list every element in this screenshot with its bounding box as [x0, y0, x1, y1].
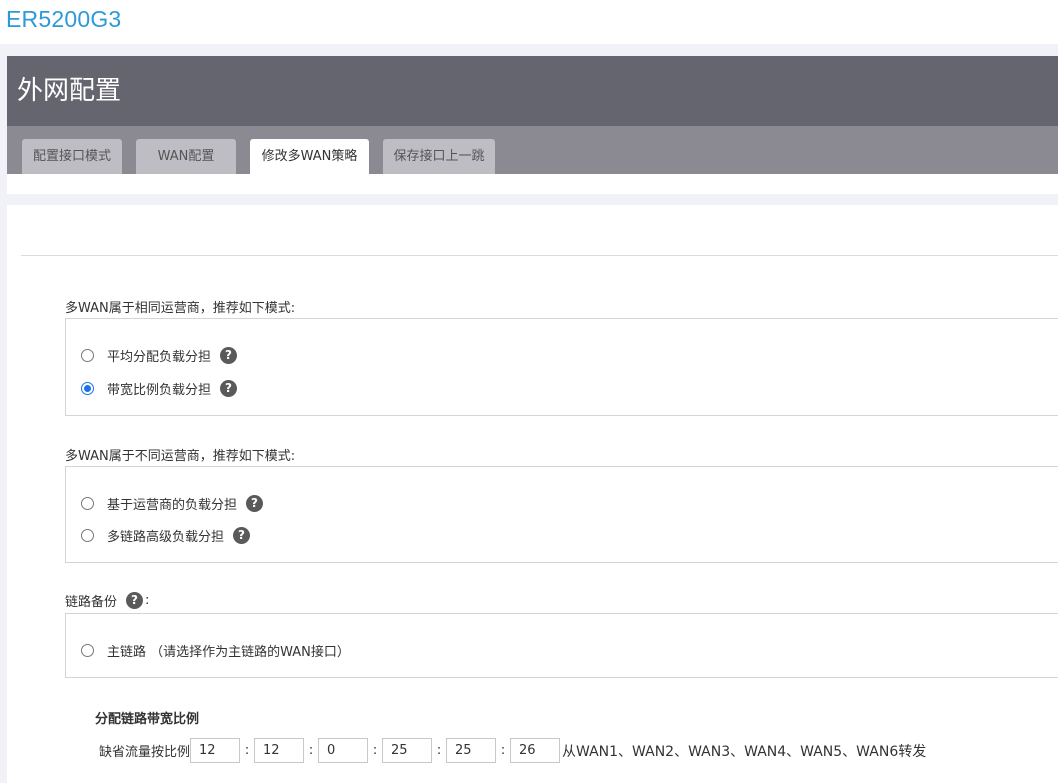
radio-advanced-load-balance[interactable] — [81, 528, 94, 542]
link-backup-colon: : — [145, 593, 150, 608]
bandwidth-ratio-title: 分配链路带宽比例 — [95, 712, 200, 727]
tab-bar: 配置接口模式 WAN配置 修改多WAN策略 保存接口上一跳 — [7, 126, 1058, 174]
same-isp-label: 多WAN属于相同运营商，推荐如下模式: — [65, 301, 296, 316]
option-label: 基于运营商的负载分担 — [107, 497, 238, 513]
option-even-load-balance[interactable]: 平均分配负载分担 ? — [81, 345, 238, 365]
help-icon[interactable]: ? — [246, 494, 264, 512]
ratio-separator: : — [308, 743, 314, 758]
ratio-prefix: 缺省流量按比例 — [99, 745, 191, 760]
divider — [21, 255, 1058, 256]
help-icon[interactable]: ? — [126, 592, 144, 609]
page-title: 外网配置 — [17, 76, 122, 106]
option-label: 主链路 （请选择作为主链路的WAN接口） — [107, 644, 350, 660]
option-isp-load-balance[interactable]: 基于运营商的负载分担 ? — [81, 493, 264, 513]
ratio-separator: : — [500, 743, 506, 758]
link-backup-text: 链路备份 — [65, 595, 118, 610]
ratio-separator: : — [244, 743, 250, 758]
help-icon[interactable]: ? — [220, 379, 238, 397]
ratio-separator: : — [372, 743, 378, 758]
ratio-input-wan1[interactable] — [190, 738, 241, 763]
ratio-input-wan2[interactable] — [254, 738, 305, 763]
ratio-input-wan6[interactable] — [510, 738, 561, 763]
same-isp-options: 平均分配负载分担 ? 带宽比例负载分担 ? — [65, 318, 1058, 416]
ratio-suffix: 从WAN1、WAN2、WAN3、WAN4、WAN5、WAN6转发 — [562, 743, 927, 760]
ratio-input-wan4[interactable] — [382, 738, 433, 763]
radio-isp-load-balance[interactable] — [81, 496, 94, 510]
tab-save-next-hop[interactable]: 保存接口上一跳 — [383, 139, 495, 174]
option-label: 多链路高级负载分担 — [107, 529, 225, 545]
device-model: ER5200G3 — [6, 6, 122, 32]
page-header: 外网配置 配置接口模式 WAN配置 修改多WAN策略 保存接口上一跳 — [7, 56, 1058, 194]
option-primary-link[interactable]: 主链路 （请选择作为主链路的WAN接口） — [81, 640, 350, 660]
title-bar: 外网配置 — [7, 56, 1058, 126]
help-icon[interactable]: ? — [220, 346, 238, 364]
main-content: 多WAN属于相同运营商，推荐如下模式: 平均分配负载分担 ? 带宽比例负载分担 … — [7, 205, 1058, 783]
bandwidth-ratio-row: 缺省流量按比例 : : : : : 从WAN1、WAN2、WAN3、WAN4、W… — [99, 738, 926, 763]
option-label: 平均分配负载分担 — [107, 349, 212, 365]
help-icon[interactable]: ? — [233, 526, 251, 544]
option-advanced-load-balance[interactable]: 多链路高级负载分担 ? — [81, 525, 251, 545]
link-backup-label: 链路备份 ? : — [65, 591, 149, 610]
ratio-separator: : — [436, 743, 442, 758]
diff-isp-options: 基于运营商的负载分担 ? 多链路高级负载分担 ? — [65, 466, 1058, 563]
tab-wan-config[interactable]: WAN配置 — [136, 139, 236, 174]
diff-isp-label: 多WAN属于不同运营商，推荐如下模式: — [65, 449, 296, 464]
link-backup-options: 主链路 （请选择作为主链路的WAN接口） — [65, 613, 1058, 678]
option-bandwidth-ratio[interactable]: 带宽比例负载分担 ? — [81, 378, 238, 398]
option-label: 带宽比例负载分担 — [107, 382, 212, 398]
tab-interface-mode[interactable]: 配置接口模式 — [22, 139, 122, 174]
radio-primary-link[interactable] — [81, 643, 94, 657]
ratio-input-wan5[interactable] — [446, 738, 497, 763]
tab-multi-wan-policy[interactable]: 修改多WAN策略 — [250, 139, 369, 174]
ratio-input-wan3[interactable] — [318, 738, 369, 763]
radio-even-load-balance[interactable] — [81, 348, 94, 362]
top-bar: ER5200G3 — [0, 0, 1058, 44]
radio-bandwidth-ratio[interactable] — [81, 381, 94, 395]
